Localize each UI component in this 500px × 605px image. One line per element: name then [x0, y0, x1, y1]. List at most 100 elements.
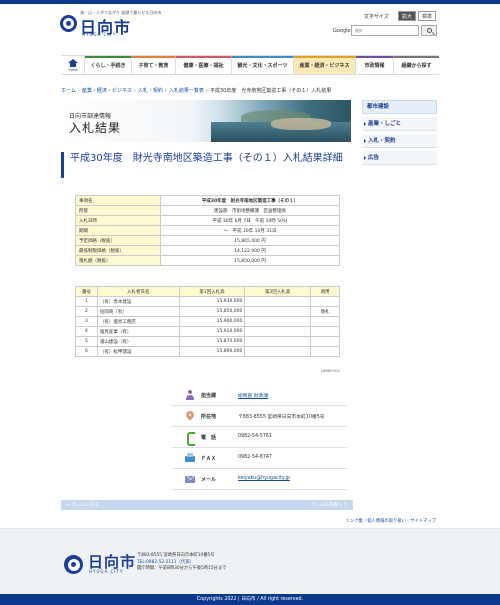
column-header: 入札者氏名	[96, 286, 180, 297]
table-row: 4 塩見産業（有） 15,910,000	[75, 326, 340, 337]
site-name-en: HYUGA CITY	[82, 32, 117, 37]
search-icon	[427, 28, 432, 33]
search-placeholder: 提供	[355, 29, 362, 33]
bidder-name: （有）赤木建設	[96, 296, 180, 307]
banner-title: 入札結果	[69, 121, 122, 135]
info-value: 平成30年度 財光寺南地区築造工事（その１）	[160, 195, 340, 206]
banner-photo-rock	[271, 118, 331, 130]
table-row: 5 浦山建設（有） 15,870,000	[75, 336, 340, 347]
contact-label: 担当課	[201, 393, 217, 399]
table-code: 18960701	[320, 368, 340, 373]
table-row: 入札日時 平成 30年 6月 7日 午前 10時 50分	[75, 215, 340, 226]
bidder-number: 3	[75, 316, 98, 327]
breadcrumb-link[interactable]: 入札・契約	[138, 88, 163, 94]
home-icon	[68, 59, 78, 67]
font-size-large-button[interactable]: 拡大	[398, 11, 416, 21]
breadcrumb-current: 平成30年度 光寺南地区築造工事（その１）入札結果	[209, 88, 332, 94]
first-bid: 15,930,000	[178, 296, 246, 307]
contact-value[interactable]: keiyaku@hyugacity.jp	[238, 476, 290, 481]
sidebar-item-ads[interactable]: 広告	[362, 151, 437, 165]
sidebar: 都市建設 産業・しごと 入札・契約 広告	[362, 100, 437, 165]
table-header-row: 番号 入札者氏名 第1回入札高 第2回入札高 適用	[75, 286, 340, 297]
bidder-number: 1	[75, 296, 98, 307]
footer-address: 〒883-8555 宮崎県日向市本町10番5号	[137, 553, 215, 558]
contact-label: 電 話	[201, 435, 217, 441]
city-logo-icon[interactable]	[60, 15, 77, 32]
top-accent-bar	[0, 0, 500, 4]
info-label: 事項名	[75, 195, 161, 206]
contact-label: ＦＡＸ	[201, 456, 217, 462]
first-bid: 15,870,000	[178, 336, 246, 347]
nav-item-organization[interactable]: 組織から探す	[394, 56, 439, 74]
nav-item-tourism[interactable]: 観光・文化・スポーツ	[232, 56, 294, 74]
table-row: 最低制限価格（税抜） 14,122,000 円	[75, 245, 340, 256]
font-size-label: 文字サイズ	[364, 14, 389, 20]
info-value: 14,122,000 円	[160, 245, 340, 256]
table-row: 3 （有）塩見工務店 15,900,000	[75, 316, 340, 327]
contact-row: ＦＡＸ 0982-54-8747	[171, 448, 347, 469]
page-nav-bar: ← ホームに戻る ページの先頭へ ↑	[61, 500, 353, 510]
sidebar-item-industry-jobs[interactable]: 産業・しごと	[362, 117, 437, 131]
breadcrumb-link[interactable]: 産業・経済・ビジネス	[82, 88, 132, 94]
second-bid	[244, 346, 312, 357]
column-header: 番号	[75, 286, 98, 297]
page-title: 平成30年度 財光寺南地区築造工事（その１）入札結果詳細	[61, 152, 351, 178]
section-banner: 日向市調達情報 入札結果	[61, 100, 351, 142]
nav-item-childcare[interactable]: 子育て・教育	[132, 56, 176, 74]
phone-icon	[185, 432, 195, 446]
breadcrumb: ホーム › 産業・経済・ビジネス › 入札・契約 › 入札結果一覧表 › 平成30年度 光寺南地…	[61, 88, 332, 94]
info-value: 平成 30年 6月 7日 午前 10時 50分	[160, 215, 340, 226]
column-header: 第1回入札高	[178, 286, 246, 297]
bidder-name: （有）松甲建設	[96, 346, 180, 357]
table-row: 所管 建設部 市街地整備課 区画整理係	[75, 205, 340, 216]
bidder-name: 浦山建設（有）	[96, 336, 180, 347]
info-label: 予定価格（税抜）	[75, 235, 161, 246]
bidder-number: 6	[75, 346, 98, 357]
font-size-standard-button[interactable]: 標準	[418, 11, 436, 21]
sidebar-heading[interactable]: 都市建設	[362, 100, 437, 114]
info-value: 15,865,000 円	[160, 235, 340, 246]
contact-value[interactable]: 総務部 財政課	[238, 392, 268, 399]
first-bid: 15,910,000	[178, 326, 246, 337]
second-bid	[244, 316, 312, 327]
search-button[interactable]	[421, 25, 437, 36]
back-to-top-link[interactable]: ページの先頭へ ↑	[310, 502, 347, 508]
bid-info-table: 事項名 平成30年度 財光寺南地区築造工事（その１） 所管 建設部 市街地整備課 区画…	[75, 195, 340, 266]
footer-links[interactable]: リンク集｜個人情報の取り扱い｜サイトマップ	[300, 518, 436, 524]
breadcrumb-link[interactable]: 入札結果一覧表	[169, 88, 204, 94]
nav-item-living[interactable]: くらし・手続き	[85, 56, 132, 74]
person-icon	[185, 390, 195, 400]
table-row: 6 （有）松甲建設 15,890,000	[75, 346, 340, 357]
breadcrumb-link[interactable]: ホーム	[61, 88, 76, 94]
contact-row: 所在地 〒883-8555 宮崎県日向市本町10番5号	[171, 406, 347, 427]
column-header: 適用	[310, 286, 340, 297]
global-nav: HOME くらし・手続き 子育て・教育 健康・医療・福祉 観光・文化・スポーツ …	[61, 55, 439, 75]
contact-value: 〒883-8555 宮崎県日向市本町10番5号	[238, 415, 325, 420]
second-bid	[244, 296, 312, 307]
bidder-number: 4	[75, 326, 98, 337]
info-value: 建設部 市街地整備課 区画整理係	[160, 205, 340, 216]
bid-results-table: 番号 入札者氏名 第1回入札高 第2回入札高 適用 1 （有）赤木建設 15,930…	[75, 286, 340, 357]
bid-note: 落札	[310, 306, 340, 317]
contact-value: 0982-54-5761	[238, 434, 272, 439]
table-row: 事項名 平成30年度 財光寺南地区築造工事（その１）	[75, 195, 340, 206]
bidder-name: （有）塩見工務店	[96, 316, 180, 327]
mail-icon	[185, 474, 195, 484]
table-row: 落札額（税抜） 15,850,000 円	[75, 255, 340, 266]
sidebar-item-bidding[interactable]: 入札・契約	[362, 134, 437, 148]
footer-site-name-en: HYUGA CITY	[89, 569, 124, 574]
second-bid	[244, 306, 312, 317]
first-bid: 15,900,000	[178, 316, 246, 327]
table-row: 予定価格（税抜） 15,865,000 円	[75, 235, 340, 246]
first-bid: 15,850,000	[178, 306, 246, 317]
bid-note	[310, 296, 340, 307]
nav-item-health[interactable]: 健康・医療・福祉	[176, 56, 232, 74]
nav-home[interactable]: HOME	[61, 56, 85, 74]
nav-item-industry[interactable]: 産業・経済・ビジネス	[294, 56, 356, 74]
back-to-home-link[interactable]: ← ホームに戻る	[67, 502, 99, 508]
bidder-name: 塩見産業（有）	[96, 326, 180, 337]
contact-label: メール	[201, 477, 217, 483]
info-label: 入札日時	[75, 215, 161, 226]
nav-item-city-info[interactable]: 市政情報	[356, 56, 394, 74]
location-pin-icon	[185, 411, 195, 421]
